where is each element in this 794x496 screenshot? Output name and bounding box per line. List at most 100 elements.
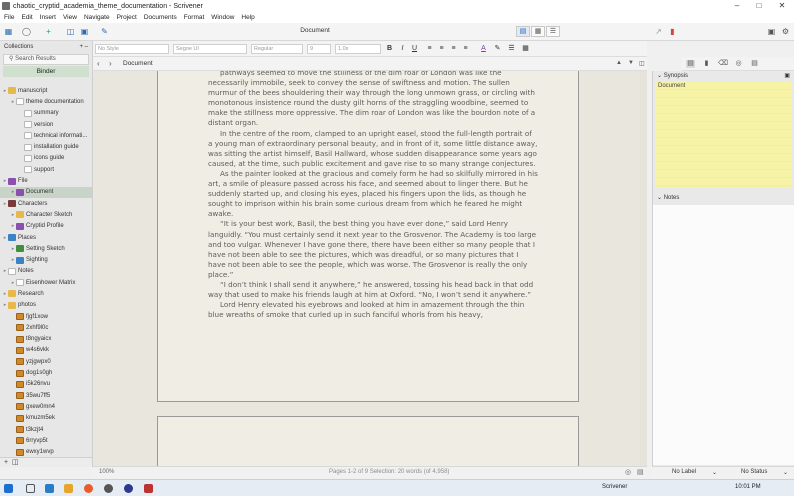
binder-add-icon[interactable]: +	[4, 459, 8, 466]
notes-tab-icon[interactable]: ▤	[686, 60, 695, 68]
binder-item[interactable]: ▸ Characters	[0, 198, 92, 209]
editor-scrollbar[interactable]	[640, 71, 647, 466]
paragraph[interactable]: pathways seemed to move the stillness of…	[208, 71, 538, 129]
menu-documents[interactable]: Documents	[144, 14, 177, 21]
search-results-collection[interactable]: ⚲ Search Results	[3, 54, 89, 65]
menu-edit[interactable]: Edit	[21, 14, 32, 21]
previous-doc-icon[interactable]: ▲	[616, 60, 622, 66]
binder-item[interactable]: 35wu7ff5	[0, 390, 92, 401]
binder-item[interactable]: ewxy1wvp	[0, 447, 92, 457]
binder-item[interactable]: ▸ Cryptid Profile	[0, 221, 92, 232]
highlight-icon[interactable]: ✎	[493, 44, 502, 54]
paragraph[interactable]: In the centre of the room, clamped to an…	[208, 129, 538, 169]
binder-item[interactable]: summary	[0, 108, 92, 119]
bookmarks-tab-icon[interactable]: ▮	[702, 60, 711, 68]
share-icon[interactable]: ↗	[654, 27, 663, 36]
minimize-button[interactable]: –	[727, 0, 747, 12]
outliner-view-button[interactable]: ☰	[546, 26, 560, 37]
paragraph[interactable]: “It is your best work, Basil, the best t…	[208, 219, 538, 280]
text-color-icon[interactable]: A	[479, 44, 488, 54]
binder-item[interactable]: ▸ Eisenhower Matrix	[0, 277, 92, 288]
binder-item[interactable]: gxew0mn4	[0, 401, 92, 412]
editor-pane[interactable]: pathways seemed to move the stillness of…	[93, 71, 647, 466]
binder-item[interactable]: ▸ Setting Sketch	[0, 243, 92, 254]
justify-icon[interactable]: ≡	[461, 44, 470, 54]
binder-item[interactable]: installation guide	[0, 141, 92, 152]
firefox-icon[interactable]	[84, 484, 93, 493]
binder-item[interactable]: w4s6vkk	[0, 345, 92, 356]
edit-icon[interactable]: ✎	[100, 27, 109, 36]
notes-text-area[interactable]	[653, 205, 794, 465]
task-view-icon[interactable]	[26, 484, 35, 493]
folder-icon[interactable]: ◫	[66, 27, 75, 36]
binder-item[interactable]: support	[0, 164, 92, 175]
add-icon[interactable]: +	[44, 27, 53, 36]
binder-folder-add-icon[interactable]: ◫	[10, 459, 19, 466]
close-window-button[interactable]: ✕	[772, 0, 792, 12]
paragraph[interactable]: Lord Henry elevated his eyebrows and loo…	[208, 300, 538, 320]
maximize-button[interactable]: □	[749, 0, 769, 12]
binder-item[interactable]: icons guide	[0, 153, 92, 164]
comment-add-icon[interactable]: ▤	[637, 468, 644, 476]
italic-button[interactable]: I	[398, 44, 407, 54]
menu-window[interactable]: Window	[211, 14, 234, 21]
binder-item[interactable]: kmuzm5ek	[0, 413, 92, 424]
underline-button[interactable]: U	[410, 44, 419, 54]
binder-collection-tab[interactable]: Binder	[3, 66, 89, 77]
corkboard-view-button[interactable]: ▦	[531, 26, 545, 37]
binder-item[interactable]: ▸ Research	[0, 288, 92, 299]
binder-item[interactable]: t3kzjt4	[0, 424, 92, 435]
style-select[interactable]: No Style	[95, 44, 169, 54]
binder-item[interactable]: yzjgwpx0	[0, 356, 92, 367]
table-icon[interactable]: ▦	[521, 44, 530, 54]
binder-item[interactable]: ▸ photos	[0, 300, 92, 311]
menu-format[interactable]: Format	[184, 14, 205, 21]
binder-item[interactable]: ▸ Notes	[0, 266, 92, 277]
scrivenings-view-button[interactable]: ▤	[516, 26, 530, 37]
notes-header[interactable]: ⌄ Notes	[653, 193, 794, 204]
synopsis-image-icon[interactable]: ▣	[784, 71, 790, 82]
comments-tab-icon[interactable]: ▤	[750, 60, 759, 68]
menu-navigate[interactable]: Navigate	[84, 14, 110, 21]
status-select[interactable]: No Status	[741, 469, 767, 475]
font-size-select[interactable]: 9	[307, 44, 331, 54]
binder-toggle-icon[interactable]: ▦	[4, 27, 13, 36]
font-weight-select[interactable]: Regular	[251, 44, 303, 54]
binder-item[interactable]: 2xhf9l0c	[0, 322, 92, 333]
start-icon[interactable]	[4, 484, 13, 493]
document-text[interactable]: pathways seemed to move the stillness of…	[208, 71, 538, 320]
binder-item[interactable]: fjgf1xow	[0, 311, 92, 322]
edge-icon[interactable]	[45, 484, 54, 493]
menu-help[interactable]: Help	[241, 14, 254, 21]
menu-view[interactable]: View	[63, 14, 77, 21]
binder-item[interactable]: ▸ File	[0, 175, 92, 186]
settings-icon[interactable]: ⚙	[781, 27, 790, 36]
menu-project[interactable]: Project	[117, 14, 137, 21]
synopsis-card[interactable]: Document	[655, 82, 791, 187]
binder-item[interactable]: ▸ theme documentation	[0, 96, 92, 107]
paragraph[interactable]: “I don’t think I shall send it anywhere,…	[208, 280, 538, 300]
synopsis-header[interactable]: ⌄ Synopsis ▣	[653, 71, 794, 82]
align-center-icon[interactable]: ≡	[437, 44, 446, 54]
binder-item[interactable]: ▸ Sighting	[0, 254, 92, 265]
target-icon[interactable]: ◎	[625, 468, 631, 476]
scrivener-taskbar-icon[interactable]	[144, 484, 153, 493]
list-icon[interactable]: ☰	[507, 44, 516, 54]
file-explorer-icon[interactable]	[64, 484, 73, 493]
split-editor-icon[interactable]: ◫	[639, 60, 645, 67]
align-right-icon[interactable]: ≡	[449, 44, 458, 54]
binder-item[interactable]: ▸ Document	[0, 186, 92, 198]
menu-file[interactable]: File	[4, 14, 14, 21]
line-spacing-select[interactable]: 1.0x	[335, 44, 381, 54]
snapshots-tab-icon[interactable]: ◎	[734, 60, 743, 68]
collections-add-icon[interactable]: + –	[79, 44, 88, 50]
media-icon[interactable]	[104, 484, 113, 493]
label-select[interactable]: No Label	[672, 469, 696, 475]
binder-item[interactable]: ▸ manuscript	[0, 85, 92, 96]
binder-item[interactable]: ▸ Character Sketch	[0, 209, 92, 220]
binder-item[interactable]: technical informati...	[0, 130, 92, 141]
bold-button[interactable]: B	[385, 44, 394, 54]
view-mode-icon[interactable]: ◯	[22, 27, 31, 36]
binder-item[interactable]: dog1s0gh	[0, 367, 92, 378]
forward-arrow-icon[interactable]: ›	[109, 59, 112, 68]
